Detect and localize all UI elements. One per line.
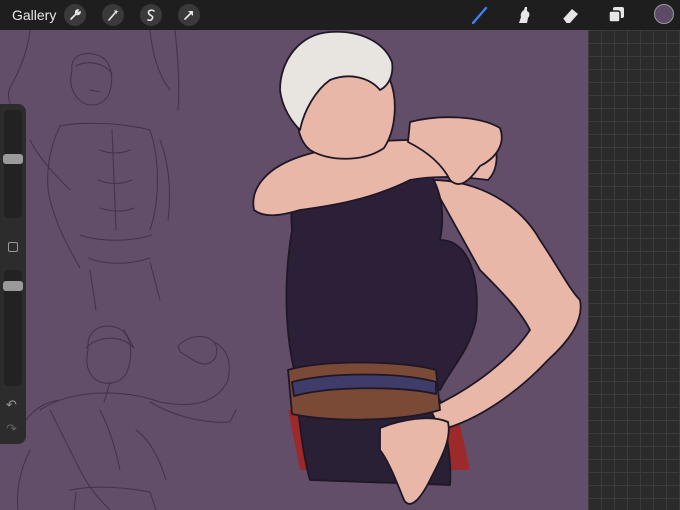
brush-icon[interactable]	[468, 4, 492, 26]
sketch-figures	[7, 30, 237, 510]
undo-icon[interactable]: ↶	[6, 398, 17, 411]
modify-button[interactable]	[8, 242, 18, 252]
brush-size-thumb[interactable]	[3, 154, 23, 165]
layers-icon[interactable]	[604, 4, 628, 26]
transform-arrow-icon[interactable]	[178, 4, 200, 26]
gallery-button[interactable]: Gallery	[12, 7, 56, 23]
artwork	[7, 30, 582, 510]
top-toolbar: Gallery	[0, 0, 680, 30]
smudge-icon[interactable]	[512, 4, 536, 26]
opacity-thumb[interactable]	[3, 280, 23, 291]
magic-wand-icon[interactable]	[102, 4, 124, 26]
drawing-canvas[interactable]	[0, 30, 588, 510]
eraser-icon[interactable]	[558, 4, 582, 26]
left-sidebar: ↶ ↷	[0, 104, 26, 444]
color-swatch-button[interactable]	[654, 4, 674, 24]
main-character	[252, 30, 582, 505]
redo-icon[interactable]: ↷	[6, 422, 17, 435]
canvas-background-grid	[588, 30, 680, 510]
selection-icon[interactable]	[140, 4, 162, 26]
wrench-icon[interactable]	[64, 4, 86, 26]
